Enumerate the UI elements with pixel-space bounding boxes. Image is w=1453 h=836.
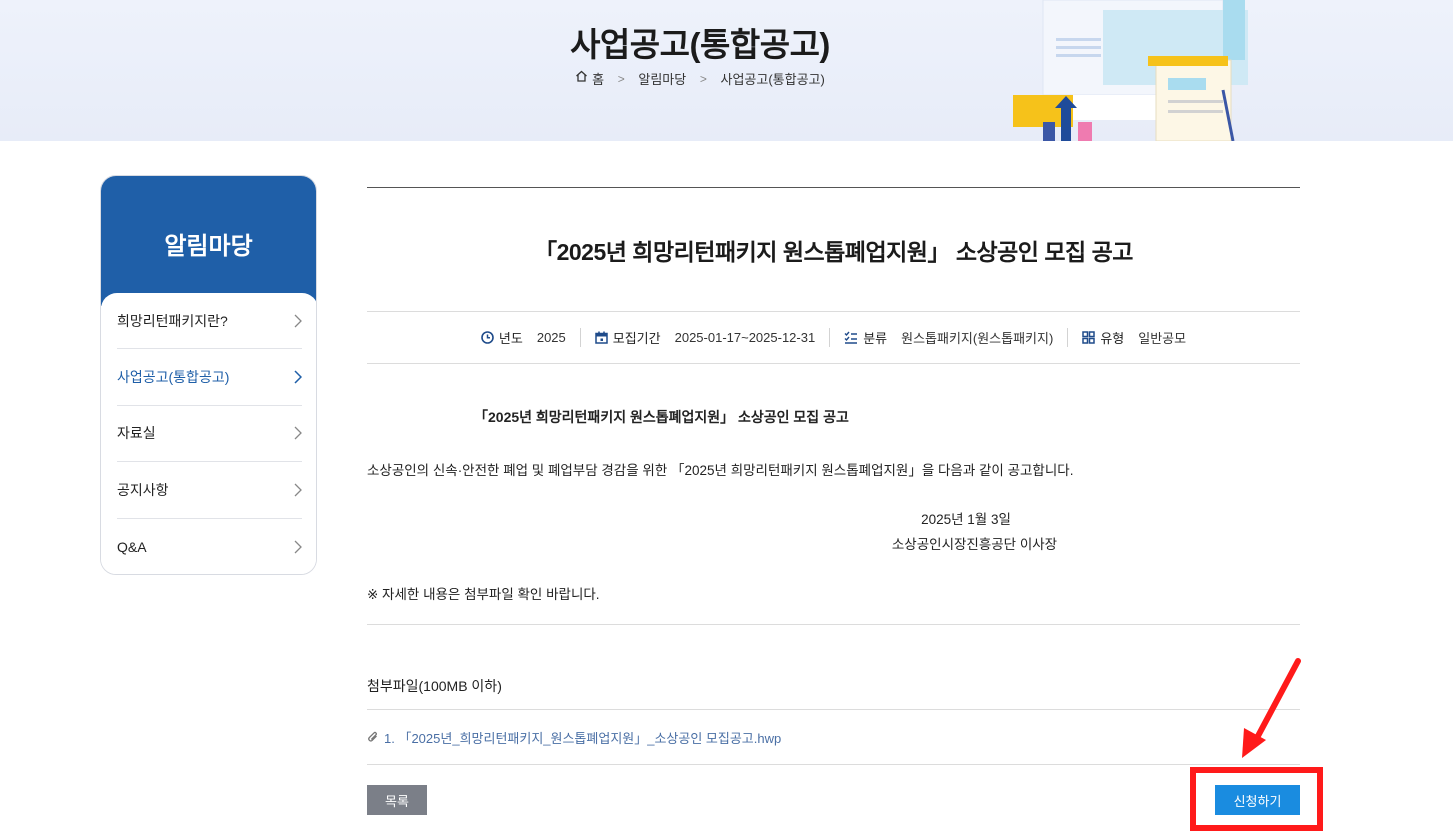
- attachment-link[interactable]: 1. 「2025년_희망리턴패키지_원스톱폐업지원」_소상공인 모집공고.hwp: [367, 710, 1300, 765]
- body-date: 2025년 1월 3일: [921, 512, 1011, 527]
- meta-category: 분류 원스톱패키지(원스톱패키지): [829, 328, 1067, 347]
- grid-icon: [1082, 331, 1096, 344]
- sidebar-menu: 희망리턴패키지란? 사업공고(통합공고) 자료실 공지사항 Q&A: [101, 293, 316, 574]
- chevron-right-icon: [294, 483, 302, 497]
- list-button[interactable]: 목록: [367, 785, 427, 815]
- meta-year-value: 2025: [536, 330, 566, 345]
- body-organization: 소상공인시장진흥공단 이사장: [891, 537, 1058, 552]
- sidebar-item-library[interactable]: 자료실: [117, 406, 302, 463]
- sidebar-item-label: 공지사항: [117, 481, 169, 498]
- sidebar-item-label: 희망리턴패키지란?: [117, 312, 228, 329]
- post-body: 「2025년 희망리턴패키지 원스톱폐업지원」 소상공인 모집 공고 소상공인의…: [367, 364, 1300, 625]
- post-detail: 「2025년 희망리턴패키지 원스톱폐업지원」 소상공인 모집 공고 년도 20…: [367, 187, 1300, 765]
- sidebar-item-about[interactable]: 희망리턴패키지란?: [117, 293, 302, 350]
- banner-illustration: [1013, 0, 1248, 141]
- sidebar-title: 알림마당: [101, 176, 316, 306]
- meta-year: 년도 2025: [467, 328, 580, 347]
- meta-period: 모집기간 2025-01-17~2025-12-31: [579, 328, 829, 347]
- meta-type: 유형 일반공모: [1067, 328, 1200, 347]
- red-arrow-annotation: [1242, 658, 1301, 758]
- attachments-title: 첨부파일(100MB 이하): [367, 625, 1300, 710]
- breadcrumb-item-notice[interactable]: 알림마당: [638, 69, 686, 88]
- body-note: ※ 자세한 내용은 첨부파일 확인 바랍니다.: [367, 587, 600, 602]
- post-title: 「2025년 희망리턴패키지 원스톱폐업지원」 소상공인 모집 공고: [367, 188, 1300, 312]
- post-meta: 년도 2025 모집기간 2025-01-17~2025-12-31 분류 원스…: [367, 312, 1300, 364]
- sidebar-item-qna[interactable]: Q&A: [117, 519, 302, 574]
- meta-type-label: 유형: [1100, 331, 1125, 346]
- apply-button[interactable]: 신청하기: [1215, 785, 1300, 815]
- chevron-right-icon: [294, 370, 302, 384]
- paperclip-icon: [368, 731, 377, 742]
- meta-period-value: 2025-01-17~2025-12-31: [674, 330, 816, 345]
- body-paragraph: 소상공인의 신속·안전한 폐업 및 폐업부담 경감을 위한 「2025년 희망리…: [367, 463, 1074, 478]
- sidebar: 알림마당 희망리턴패키지란? 사업공고(통합공고) 자료실 공지사항 Q&A: [100, 175, 317, 575]
- chevron-right-icon: [294, 540, 302, 554]
- meta-type-value: 일반공모: [1138, 331, 1187, 346]
- meta-period-label: 모집기간: [612, 331, 661, 346]
- chevron-right-icon: [294, 314, 302, 328]
- meta-category-label: 분류: [863, 331, 888, 346]
- sidebar-item-label: 사업공고(통합공고): [117, 369, 230, 386]
- chevron-right-icon: >: [617, 71, 625, 86]
- chevron-right-icon: [294, 427, 302, 440]
- clock-icon: [481, 331, 494, 344]
- sidebar-item-label: Q&A: [117, 538, 147, 555]
- sidebar-item-announcements[interactable]: 사업공고(통합공고): [117, 349, 302, 406]
- sidebar-item-notices[interactable]: 공지사항: [117, 462, 302, 519]
- page-banner: 사업공고(통합공고) 홈 > 알림마당 > 사업공고(통합공고): [0, 0, 1453, 141]
- body-heading: 「2025년 희망리턴패키지 원스톱폐업지원」 소상공인 모집 공고: [474, 409, 849, 425]
- attachment-filename[interactable]: 1. 「2025년_희망리턴패키지_원스톱폐업지원」_소상공인 모집공고.hwp: [384, 728, 781, 747]
- breadcrumb-item-home[interactable]: 홈: [592, 69, 604, 88]
- home-icon: [576, 70, 588, 82]
- meta-category-value: 원스톱패키지(원스톱패키지): [901, 331, 1054, 346]
- meta-year-label: 년도: [498, 331, 523, 346]
- sidebar-item-label: 자료실: [117, 425, 156, 442]
- breadcrumb-item-current: 사업공고(통합공고): [720, 72, 825, 87]
- calendar-icon: [595, 331, 608, 344]
- checklist-icon: [844, 331, 858, 344]
- chevron-right-icon: >: [699, 71, 707, 86]
- breadcrumb-home[interactable]: 홈: [575, 69, 604, 88]
